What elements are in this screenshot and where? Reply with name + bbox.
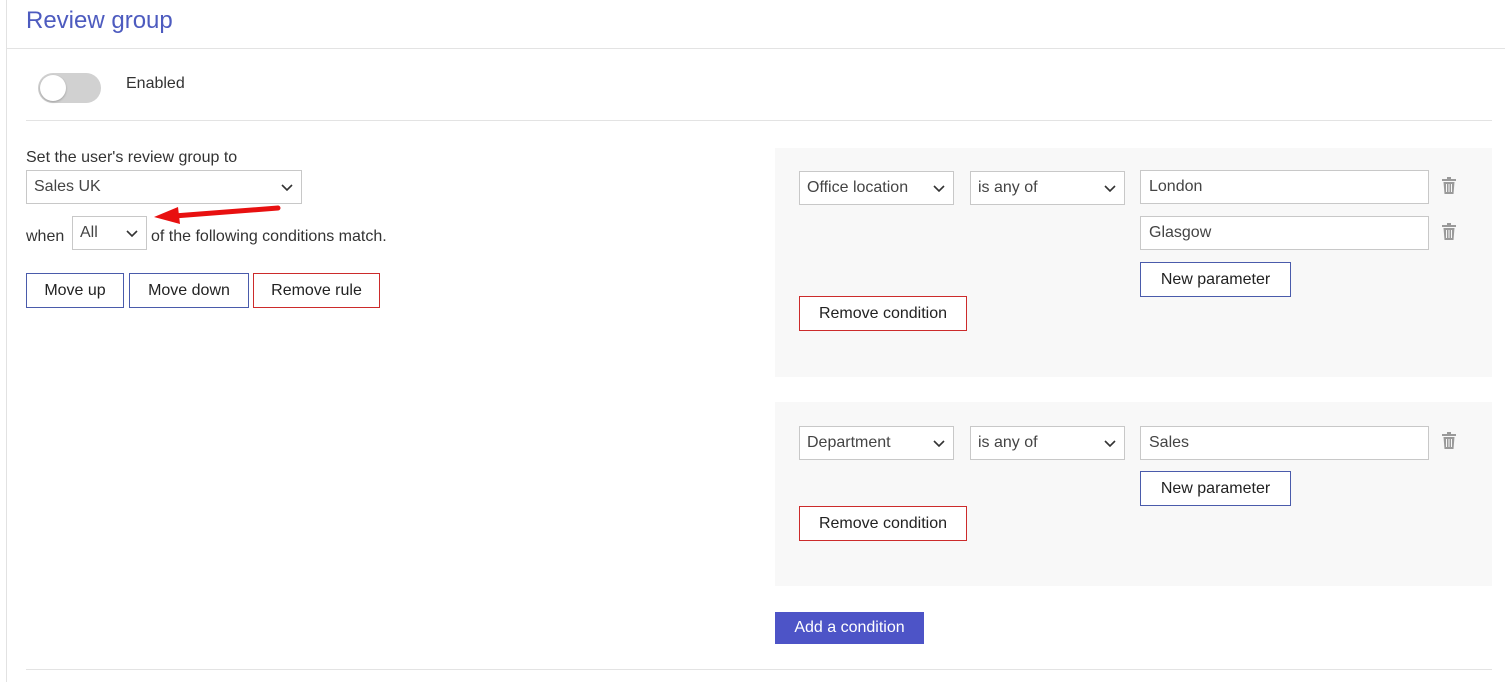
match-mode-select[interactable]: All bbox=[72, 216, 147, 250]
remove-condition-button[interactable]: Remove condition bbox=[799, 506, 967, 541]
trash-icon[interactable] bbox=[1442, 177, 1456, 194]
chevron-down-icon bbox=[933, 185, 945, 192]
annotation-arrow-icon bbox=[154, 205, 281, 224]
section-divider bbox=[26, 120, 1492, 121]
review-group-page: Review group Enabled Set the user's revi… bbox=[6, 0, 1505, 682]
toggle-knob bbox=[40, 75, 66, 101]
condition-operator-value: is any of bbox=[978, 179, 1038, 196]
condition-operator-select[interactable]: is any of bbox=[970, 426, 1125, 460]
title-divider bbox=[7, 48, 1505, 49]
condition-field-select[interactable]: Department bbox=[799, 426, 954, 460]
condition-field-select[interactable]: Office location bbox=[799, 171, 954, 205]
page-title: Review group bbox=[26, 7, 173, 34]
move-down-button[interactable]: Move down bbox=[129, 273, 249, 308]
review-group-select[interactable]: Sales UK bbox=[26, 170, 302, 204]
chevron-down-icon bbox=[1104, 440, 1116, 447]
condition-field-value: Office location bbox=[807, 179, 909, 196]
new-parameter-button[interactable]: New parameter bbox=[1140, 471, 1291, 506]
conditions-suffix-label: of the following conditions match. bbox=[151, 228, 387, 245]
condition-operator-select[interactable]: is any of bbox=[970, 171, 1125, 205]
review-group-select-value: Sales UK bbox=[34, 178, 101, 195]
enabled-toggle[interactable] bbox=[38, 73, 101, 103]
trash-icon[interactable] bbox=[1442, 432, 1456, 449]
trash-icon[interactable] bbox=[1442, 223, 1456, 240]
condition-param-input[interactable]: Glasgow bbox=[1140, 216, 1429, 250]
chevron-down-icon bbox=[933, 440, 945, 447]
condition-param-input[interactable]: Sales bbox=[1140, 426, 1429, 460]
chevron-down-icon bbox=[1104, 185, 1116, 192]
set-group-label: Set the user's review group to bbox=[26, 149, 238, 166]
condition-param-input[interactable]: London bbox=[1140, 170, 1429, 204]
move-up-button[interactable]: Move up bbox=[26, 273, 124, 308]
bottom-divider bbox=[26, 669, 1492, 670]
add-condition-button[interactable]: Add a condition bbox=[775, 612, 924, 644]
condition-operator-value: is any of bbox=[978, 434, 1038, 451]
condition-panel: Department is any of Sales New parameter… bbox=[775, 402, 1492, 586]
enabled-label: Enabled bbox=[126, 75, 185, 92]
condition-field-value: Department bbox=[807, 434, 891, 451]
match-mode-select-value: All bbox=[80, 224, 98, 241]
remove-rule-button[interactable]: Remove rule bbox=[253, 273, 380, 308]
when-label: when bbox=[26, 228, 65, 245]
chevron-down-icon bbox=[126, 230, 138, 237]
remove-condition-button[interactable]: Remove condition bbox=[799, 296, 967, 331]
condition-panel: Office location is any of London Glasgow… bbox=[775, 148, 1492, 377]
new-parameter-button[interactable]: New parameter bbox=[1140, 262, 1291, 297]
chevron-down-icon bbox=[281, 184, 293, 191]
